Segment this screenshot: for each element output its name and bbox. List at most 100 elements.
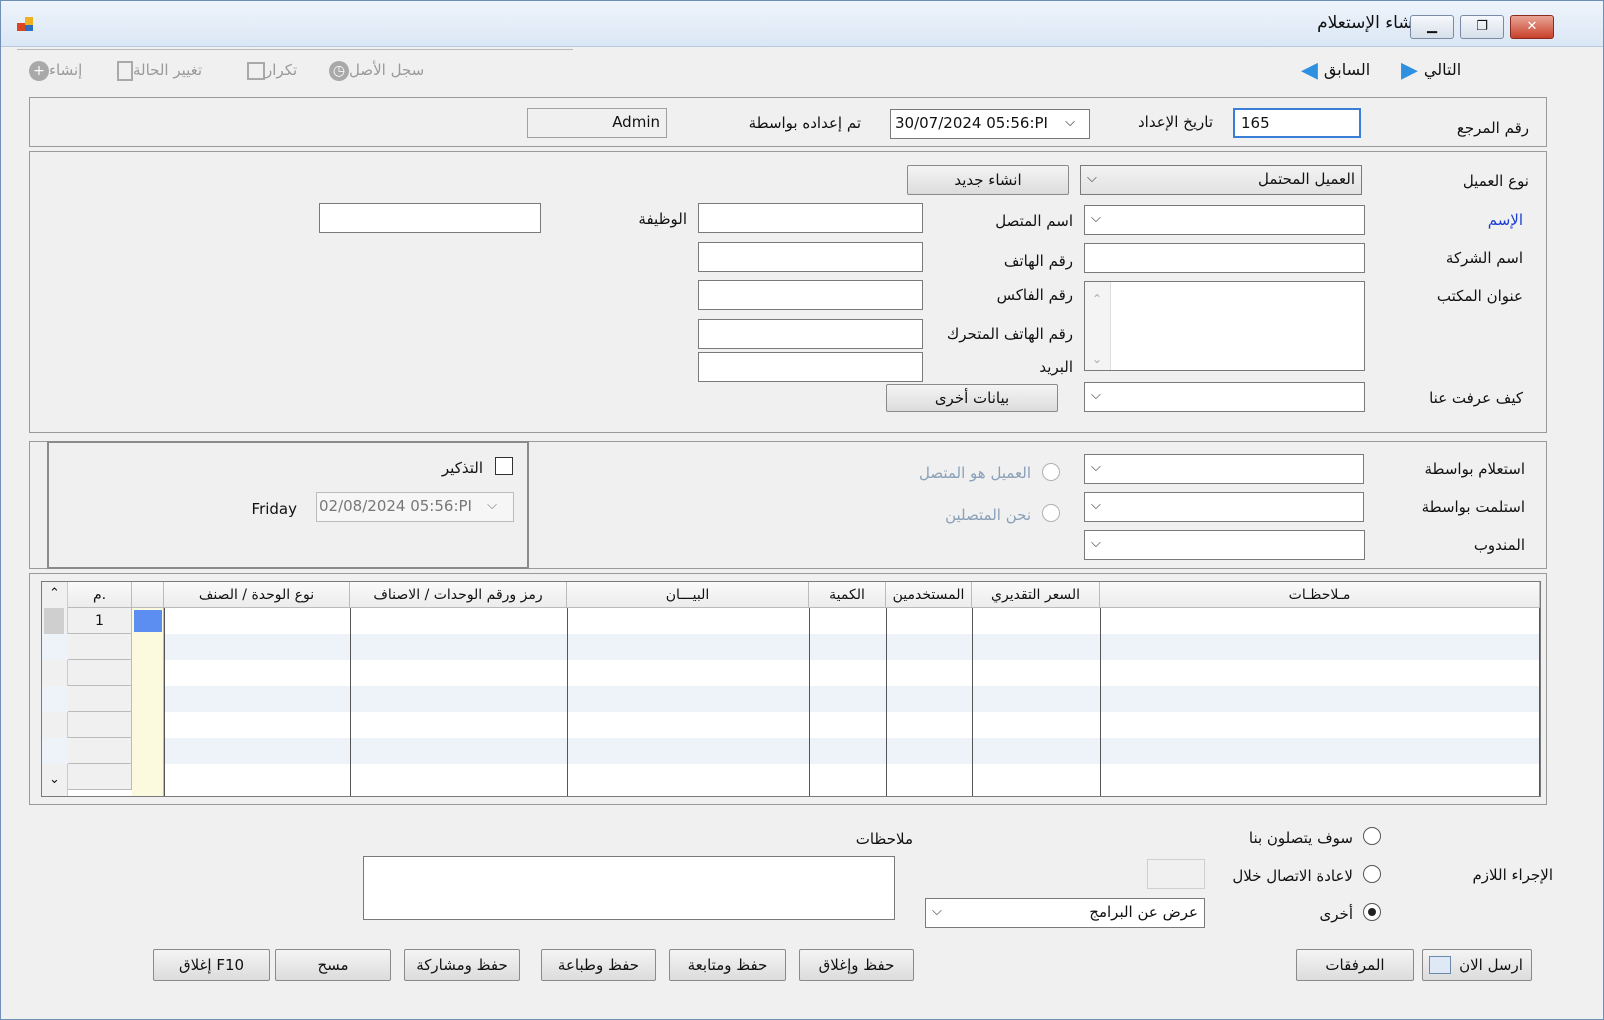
change-status-button[interactable]: تغيير الحالة <box>111 57 202 83</box>
row-selector-column <box>132 608 164 796</box>
reminder-checkbox[interactable] <box>495 457 513 475</box>
table-row[interactable] <box>42 660 1540 686</box>
col-header-users[interactable]: المستخدمين <box>886 582 972 608</box>
chevron-down-icon: ⌄ <box>1092 352 1103 366</box>
col-header-description[interactable]: البيـــان <box>567 582 809 608</box>
close-window-button[interactable]: ✕ <box>1510 15 1554 39</box>
col-divider <box>1539 608 1540 796</box>
table-row[interactable] <box>42 712 1540 738</box>
fax-label: رقم الفاكس <box>996 286 1073 304</box>
email-label: البريد <box>1039 358 1073 376</box>
notes-label: ملاحظات <box>855 830 913 848</box>
email-input[interactable] <box>698 352 923 382</box>
close-f10-button[interactable]: إغلاق F10 <box>153 949 270 981</box>
col-header-unit-code[interactable]: رمز ورقم الوحدات / الاصناف <box>350 582 567 608</box>
table-row[interactable] <box>42 738 1540 764</box>
contact-name-input[interactable] <box>698 203 923 233</box>
col-header-quantity[interactable]: الكمية <box>809 582 886 608</box>
other-select-value: عرض عن البرامج <box>1089 903 1198 921</box>
recall-within-radio[interactable] <box>1363 865 1381 883</box>
table-row[interactable] <box>42 764 1540 790</box>
col-header-unit-type[interactable]: نوع الوحدة / الصنف <box>164 582 350 608</box>
recall-days-input[interactable] <box>1147 859 1205 889</box>
ref-label: رقم المرجع <box>1456 119 1529 137</box>
received-by-select[interactable]: ⌵ <box>1084 492 1364 522</box>
col-divider <box>886 608 887 796</box>
maximize-button[interactable]: ❐ <box>1460 15 1504 39</box>
name-select[interactable]: ⌵ <box>1084 205 1365 235</box>
customer-type-value: العميل المحتمل <box>1258 170 1355 188</box>
chevron-down-icon: ⌵ <box>932 904 942 919</box>
chevron-down-icon: ⌵ <box>1087 171 1097 186</box>
customer-type-select[interactable]: العميل المحتمل ⌵ <box>1080 165 1362 195</box>
required-action-label: الإجراء اللازم <box>1472 866 1553 884</box>
phone-input[interactable] <box>698 242 923 272</box>
textarea-scrollbar[interactable]: ⌃ ⌄ <box>1085 282 1111 370</box>
copy-icon <box>247 61 265 80</box>
row-number <box>68 738 132 764</box>
phone-label: رقم الهاتف <box>1003 252 1073 270</box>
col-header-notes[interactable]: مـلاحظـات <box>1100 582 1540 608</box>
row-selector-current[interactable] <box>134 610 162 632</box>
save-print-button[interactable]: حفظ وطباعة <box>541 949 656 981</box>
how-known-select[interactable]: ⌵ <box>1084 382 1365 412</box>
arrow-left-icon: ◀ <box>1301 57 1318 83</box>
ref-input[interactable]: 165 <box>1233 108 1361 138</box>
attachments-button[interactable]: المرفقات <box>1296 949 1414 981</box>
save-close-button[interactable]: حفظ وإغلاق <box>799 949 914 981</box>
previous-button[interactable]: ◀ السابق <box>1295 57 1370 83</box>
customer-caller-label: العميل هو المتصل <box>918 464 1031 482</box>
customer-type-label: نوع العميل <box>1462 172 1529 190</box>
we-called-radio[interactable] <box>1042 504 1060 522</box>
create-button[interactable]: + إنشاء <box>23 57 82 83</box>
reminder-date-picker[interactable]: 02/08/2024 05:56:PI ⌵ <box>316 492 514 522</box>
source-log-label: سجل الأصل <box>349 61 425 79</box>
other-data-button[interactable]: بيانات أخرى <box>886 384 1058 412</box>
restore-icon: ❐ <box>1476 19 1488 34</box>
received-by-label: استلمت بواسطة <box>1421 498 1525 516</box>
save-share-button[interactable]: حفظ ومشاركة <box>404 949 520 981</box>
table-row[interactable] <box>42 608 1540 634</box>
clear-button[interactable]: مسح <box>275 949 391 981</box>
rep-select[interactable]: ⌵ <box>1084 530 1365 560</box>
send-now-button[interactable]: ارسل الان <box>1422 949 1532 981</box>
create-label: إنشاء <box>49 61 83 79</box>
next-button[interactable]: ▶ التالي <box>1395 57 1461 83</box>
company-label: اسم الشركة <box>1445 249 1523 267</box>
other-radio[interactable] <box>1363 903 1381 921</box>
date-picker[interactable]: 30/07/2024 05:56:PI ⌵ <box>890 109 1090 139</box>
repeat-button[interactable]: تكرار <box>241 57 297 83</box>
save-follow-button[interactable]: حفظ ومتابعة <box>669 949 786 981</box>
table-row[interactable] <box>42 634 1540 660</box>
reminder-day: Friday <box>251 500 297 518</box>
other-select[interactable]: عرض عن البرامج ⌵ <box>925 898 1205 928</box>
items-grid[interactable]: ⌃ ⌄ م. نوع الوحدة / الصنف رمز ورقم الوحد… <box>41 581 1541 797</box>
new-customer-button[interactable]: انشاء جديد <box>907 165 1069 195</box>
col-divider <box>972 608 973 796</box>
history-icon: ◷ <box>329 60 349 81</box>
job-input[interactable] <box>319 203 541 233</box>
company-input[interactable] <box>1084 243 1365 273</box>
will-contact-radio[interactable] <box>1363 827 1381 845</box>
prepared-by-field: Admin <box>527 108 667 138</box>
col-divider <box>809 608 810 796</box>
row-number <box>68 764 132 790</box>
col-divider <box>567 608 568 796</box>
customer-caller-radio[interactable] <box>1042 463 1060 481</box>
notes-textarea[interactable] <box>363 856 895 920</box>
chevron-down-icon: ⌵ <box>1091 211 1101 226</box>
table-row[interactable] <box>42 686 1540 712</box>
fax-input[interactable] <box>698 280 923 310</box>
clipboard-icon <box>117 60 133 81</box>
chevron-down-icon: ⌵ <box>1091 498 1101 513</box>
mobile-input[interactable] <box>698 319 923 349</box>
inquiry-by-select[interactable]: ⌵ <box>1084 454 1364 484</box>
minimize-icon: ▁ <box>1427 19 1437 34</box>
job-label: الوظيفة <box>638 210 687 228</box>
col-header-price[interactable]: السعر التقديري <box>972 582 1100 608</box>
source-log-button[interactable]: ◷ سجل الأصل <box>323 57 424 83</box>
col-header-num[interactable]: م. <box>68 582 132 608</box>
office-address-textarea[interactable]: ⌃ ⌄ <box>1084 281 1365 371</box>
how-known-label: كيف عرفت عنا <box>1429 389 1523 407</box>
minimize-button[interactable]: ▁ <box>1410 15 1454 39</box>
